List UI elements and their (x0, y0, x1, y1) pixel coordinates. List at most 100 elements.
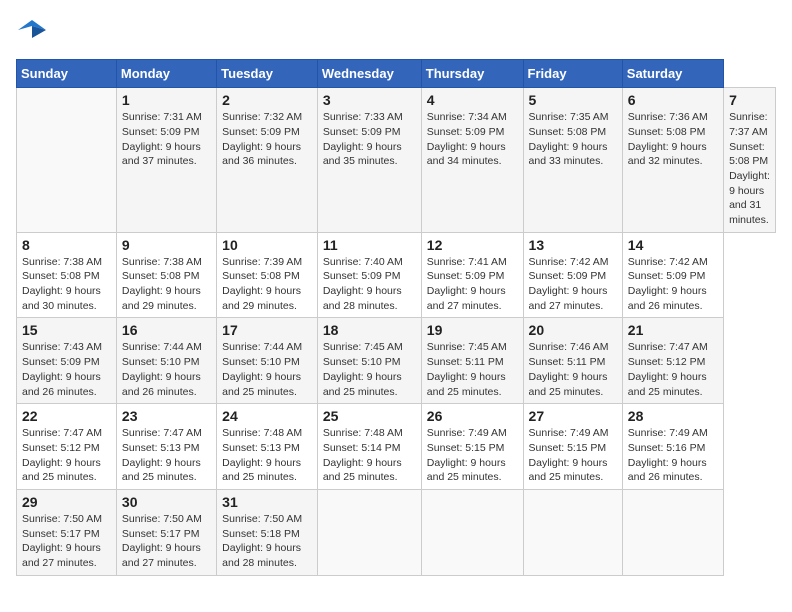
calendar-week-1: 1 Sunrise: 7:31 AMSunset: 5:09 PMDaylight… (17, 88, 776, 233)
day-info: Sunrise: 7:44 AMSunset: 5:10 PMDaylight:… (222, 340, 312, 399)
day-number: 26 (427, 408, 518, 424)
day-info: Sunrise: 7:42 AMSunset: 5:09 PMDaylight:… (529, 255, 617, 314)
day-number: 9 (122, 237, 211, 253)
day-cell-29: 29 Sunrise: 7:50 AMSunset: 5:17 PMDayligh… (17, 489, 117, 575)
day-info: Sunrise: 7:41 AMSunset: 5:09 PMDaylight:… (427, 255, 518, 314)
day-cell-19: 19Sunrise: 7:45 AMSunset: 5:11 PMDayligh… (421, 318, 523, 404)
day-info: Sunrise: 7:38 AMSunset: 5:08 PMDaylight:… (22, 255, 111, 314)
day-info: Sunrise: 7:32 AMSunset: 5:09 PMDaylight:… (222, 110, 312, 169)
weekday-sunday: Sunday (17, 60, 117, 88)
day-number: 29 (22, 494, 111, 510)
calendar-week-2: 8 Sunrise: 7:38 AMSunset: 5:08 PMDaylight… (17, 232, 776, 318)
day-number: 21 (628, 322, 718, 338)
empty-cell (421, 489, 523, 575)
day-info: Sunrise: 7:33 AMSunset: 5:09 PMDaylight:… (323, 110, 416, 169)
day-cell-31: 31 Sunrise: 7:50 AMSunset: 5:18 PMDayligh… (217, 489, 318, 575)
day-info: Sunrise: 7:35 AMSunset: 5:08 PMDaylight:… (529, 110, 617, 169)
calendar-body: 1 Sunrise: 7:31 AMSunset: 5:09 PMDaylight… (17, 88, 776, 576)
day-number: 20 (529, 322, 617, 338)
day-info: Sunrise: 7:36 AMSunset: 5:08 PMDaylight:… (628, 110, 718, 169)
day-number: 4 (427, 92, 518, 108)
day-cell-10: 10 Sunrise: 7:39 AMSunset: 5:08 PMDayligh… (217, 232, 318, 318)
day-info: Sunrise: 7:48 AMSunset: 5:14 PMDaylight:… (323, 426, 416, 485)
calendar-week-3: 15Sunrise: 7:43 AMSunset: 5:09 PMDayligh… (17, 318, 776, 404)
day-number: 7 (729, 92, 770, 108)
day-number: 25 (323, 408, 416, 424)
logo-bird-icon (18, 16, 46, 44)
day-cell-30: 30Sunrise: 7:50 AMSunset: 5:17 PMDayligh… (116, 489, 216, 575)
day-info: Sunrise: 7:50 AMSunset: 5:18 PMDaylight:… (222, 512, 312, 571)
day-info: Sunrise: 7:40 AMSunset: 5:09 PMDaylight:… (323, 255, 416, 314)
day-cell-9: 9 Sunrise: 7:38 AMSunset: 5:08 PMDaylight… (116, 232, 216, 318)
day-number: 23 (122, 408, 211, 424)
day-info: Sunrise: 7:39 AMSunset: 5:08 PMDaylight:… (222, 255, 312, 314)
day-number: 28 (628, 408, 718, 424)
day-number: 12 (427, 237, 518, 253)
day-cell-23: 23 Sunrise: 7:47 AMSunset: 5:13 PMDayligh… (116, 404, 216, 490)
day-info: Sunrise: 7:49 AMSunset: 5:15 PMDaylight:… (529, 426, 617, 485)
day-cell-28: 28Sunrise: 7:49 AMSunset: 5:16 PMDayligh… (622, 404, 723, 490)
logo-text (16, 16, 46, 49)
empty-cell (523, 489, 622, 575)
day-number: 6 (628, 92, 718, 108)
weekday-tuesday: Tuesday (217, 60, 318, 88)
day-cell-25: 25 Sunrise: 7:48 AMSunset: 5:14 PMDayligh… (317, 404, 421, 490)
day-info: Sunrise: 7:45 AMSunset: 5:10 PMDaylight:… (323, 340, 416, 399)
day-number: 16 (122, 322, 211, 338)
day-number: 2 (222, 92, 312, 108)
weekday-monday: Monday (116, 60, 216, 88)
day-cell-14: 14 Sunrise: 7:42 AMSunset: 5:09 PMDayligh… (622, 232, 723, 318)
empty-cell (17, 88, 117, 233)
day-number: 30 (122, 494, 211, 510)
weekday-thursday: Thursday (421, 60, 523, 88)
day-cell-21: 21 Sunrise: 7:47 AMSunset: 5:12 PMDayligh… (622, 318, 723, 404)
day-cell-6: 6 Sunrise: 7:36 AMSunset: 5:08 PMDaylight… (622, 88, 723, 233)
day-info: Sunrise: 7:47 AMSunset: 5:12 PMDaylight:… (628, 340, 718, 399)
day-info: Sunrise: 7:31 AMSunset: 5:09 PMDaylight:… (122, 110, 211, 169)
page-header (16, 16, 776, 49)
empty-cell (317, 489, 421, 575)
day-info: Sunrise: 7:45 AMSunset: 5:11 PMDaylight:… (427, 340, 518, 399)
day-info: Sunrise: 7:50 AMSunset: 5:17 PMDaylight:… (22, 512, 111, 571)
day-cell-13: 13 Sunrise: 7:42 AMSunset: 5:09 PMDayligh… (523, 232, 622, 318)
day-number: 14 (628, 237, 718, 253)
day-info: Sunrise: 7:34 AMSunset: 5:09 PMDaylight:… (427, 110, 518, 169)
day-cell-3: 3 Sunrise: 7:33 AMSunset: 5:09 PMDaylight… (317, 88, 421, 233)
day-info: Sunrise: 7:38 AMSunset: 5:08 PMDaylight:… (122, 255, 211, 314)
day-info: Sunrise: 7:48 AMSunset: 5:13 PMDaylight:… (222, 426, 312, 485)
day-number: 31 (222, 494, 312, 510)
day-info: Sunrise: 7:42 AMSunset: 5:09 PMDaylight:… (628, 255, 718, 314)
day-cell-5: 5 Sunrise: 7:35 AMSunset: 5:08 PMDaylight… (523, 88, 622, 233)
day-cell-18: 18 Sunrise: 7:45 AMSunset: 5:10 PMDayligh… (317, 318, 421, 404)
day-cell-7: 7 Sunrise: 7:37 AMSunset: 5:08 PMDaylight… (724, 88, 776, 233)
weekday-wednesday: Wednesday (317, 60, 421, 88)
day-number: 3 (323, 92, 416, 108)
day-number: 1 (122, 92, 211, 108)
day-number: 24 (222, 408, 312, 424)
day-number: 18 (323, 322, 416, 338)
day-number: 10 (222, 237, 312, 253)
empty-cell (622, 489, 723, 575)
day-number: 5 (529, 92, 617, 108)
day-number: 8 (22, 237, 111, 253)
day-number: 22 (22, 408, 111, 424)
day-cell-27: 27 Sunrise: 7:49 AMSunset: 5:15 PMDayligh… (523, 404, 622, 490)
day-number: 11 (323, 237, 416, 253)
day-number: 13 (529, 237, 617, 253)
day-cell-11: 11 Sunrise: 7:40 AMSunset: 5:09 PMDayligh… (317, 232, 421, 318)
day-cell-12: 12 Sunrise: 7:41 AMSunset: 5:09 PMDayligh… (421, 232, 523, 318)
day-info: Sunrise: 7:47 AMSunset: 5:13 PMDaylight:… (122, 426, 211, 485)
calendar-header: SundayMondayTuesdayWednesdayThursdayFrid… (17, 60, 776, 88)
day-cell-1: 1 Sunrise: 7:31 AMSunset: 5:09 PMDaylight… (116, 88, 216, 233)
day-number: 27 (529, 408, 617, 424)
day-cell-2: 2 Sunrise: 7:32 AMSunset: 5:09 PMDaylight… (217, 88, 318, 233)
day-info: Sunrise: 7:46 AMSunset: 5:11 PMDaylight:… (529, 340, 617, 399)
weekday-saturday: Saturday (622, 60, 723, 88)
day-info: Sunrise: 7:49 AMSunset: 5:15 PMDaylight:… (427, 426, 518, 485)
day-cell-26: 26 Sunrise: 7:49 AMSunset: 5:15 PMDayligh… (421, 404, 523, 490)
day-info: Sunrise: 7:37 AMSunset: 5:08 PMDaylight:… (729, 110, 770, 228)
day-cell-17: 17 Sunrise: 7:44 AMSunset: 5:10 PMDayligh… (217, 318, 318, 404)
day-info: Sunrise: 7:44 AMSunset: 5:10 PMDaylight:… (122, 340, 211, 399)
day-number: 17 (222, 322, 312, 338)
day-cell-22: 22Sunrise: 7:47 AMSunset: 5:12 PMDayligh… (17, 404, 117, 490)
